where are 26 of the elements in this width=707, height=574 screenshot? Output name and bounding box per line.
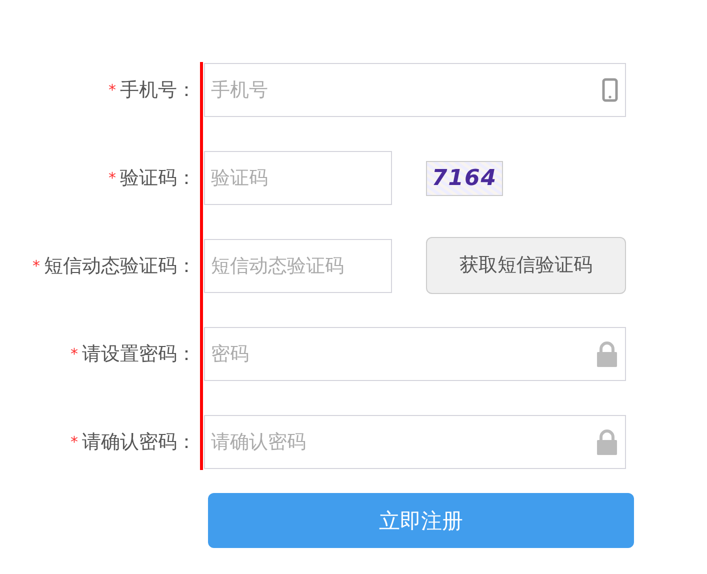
required-asterisk: * <box>70 433 78 451</box>
required-asterisk: * <box>70 345 78 363</box>
label-colon: ： <box>177 254 196 279</box>
label-colon: ： <box>177 342 196 367</box>
required-asterisk: * <box>108 81 116 99</box>
password-field[interactable]: 密码 <box>204 327 626 381</box>
required-asterisk: * <box>32 257 40 275</box>
required-asterisk: * <box>108 169 116 187</box>
get-code-button[interactable]: 获取短信验证码 <box>426 236 626 294</box>
captcha-field[interactable]: 验证码 <box>204 151 392 205</box>
label-colon: ： <box>177 78 196 103</box>
field-label: 验证码 <box>120 166 177 191</box>
lock-icon <box>596 341 618 367</box>
field-label: 短信动态验证码 <box>44 254 177 279</box>
field-label: 请确认密码 <box>82 430 177 455</box>
phone-icon <box>602 78 618 102</box>
password-field[interactable]: 请确认密码 <box>204 415 626 469</box>
label-colon: ： <box>177 166 196 191</box>
label-colon: ： <box>177 430 196 455</box>
lock-icon <box>596 429 618 455</box>
phone-field[interactable]: 手机号 <box>204 63 626 117</box>
captcha-text: 7164 <box>432 166 498 190</box>
sms-code-field[interactable]: 短信动态验证码 <box>204 239 392 293</box>
field-label: 手机号 <box>120 78 177 103</box>
field-label: 请设置密码 <box>82 342 177 367</box>
captcha-image[interactable]: 7164 <box>426 160 503 196</box>
